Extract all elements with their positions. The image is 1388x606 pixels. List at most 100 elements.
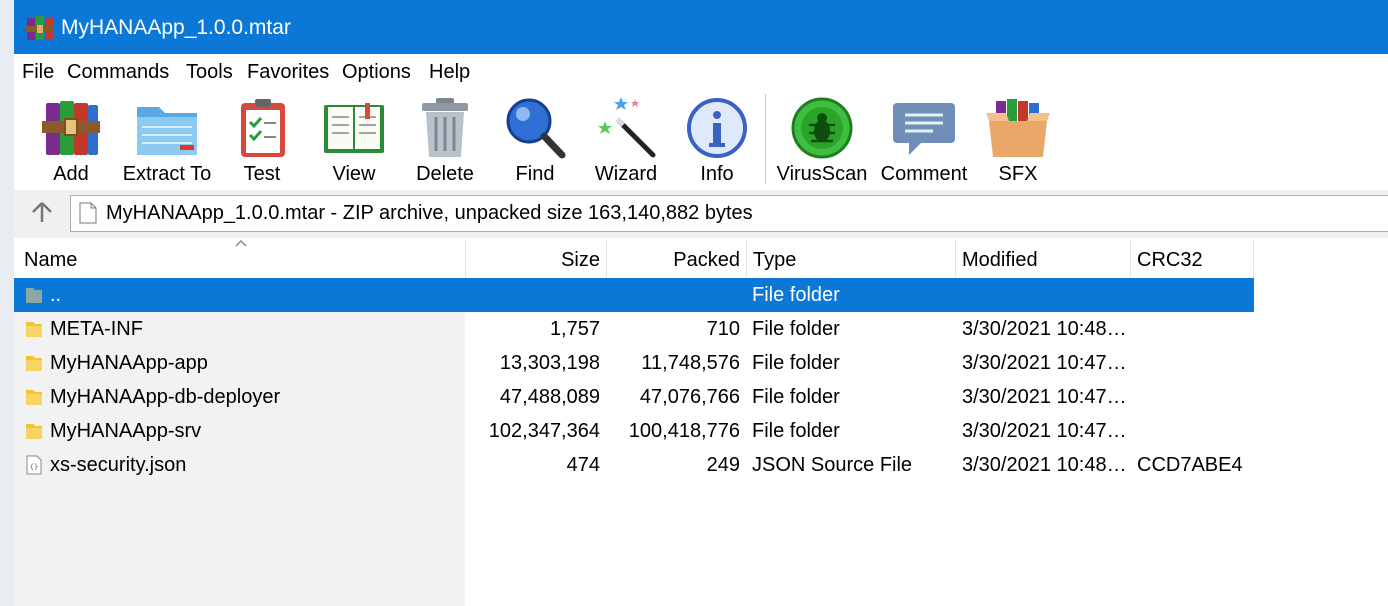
list-item[interactable]: MyHANAApp-srv 102,347,364 100,418,776 Fi… [14,414,1254,448]
list-item[interactable]: MyHANAApp-app 13,303,198 11,748,576 File… [14,346,1254,380]
file-modified: 3/30/2021 10:48… [962,454,1127,476]
add-archive-icon [42,101,100,155]
test-button[interactable]: Test [226,90,298,190]
delete-label: Delete [416,163,474,185]
file-packed: 11,748,576 [641,352,740,374]
magic-wand-icon [598,97,656,158]
archive-file-icon [79,202,97,224]
file-modified: 3/30/2021 10:47… [962,420,1127,442]
magnifier-icon [506,98,566,159]
file-modified: 3/30/2021 10:47… [962,352,1127,374]
file-packed: 710 [706,318,740,340]
wizard-button[interactable]: Wizard [588,90,664,190]
info-button[interactable]: Info [683,90,751,190]
address-bar: MyHANAApp_1.0.0.mtar - ZIP archive, unpa… [14,190,1388,238]
virusscan-label: VirusScan [776,163,868,185]
virus-bug-icon [791,97,853,159]
menu-help[interactable]: Help [429,61,470,84]
toolbar-separator [765,94,766,184]
file-name: MyHANAApp-db-deployer [50,386,281,408]
file-size: 1,757 [549,318,600,340]
column-header-type[interactable]: Type [747,240,955,278]
column-header-modified[interactable]: Modified [956,240,1130,278]
sfx-label: SFX [998,163,1038,185]
folder-icon [26,356,42,371]
delete-button[interactable]: Delete [408,90,482,190]
column-header-modified-label: Modified [962,249,1038,271]
list-item[interactable]: {} xs-security.json 474 249 JSON Source … [14,448,1254,482]
find-button[interactable]: Find [498,90,572,190]
file-size: 47,488,089 [499,386,600,408]
file-crc32: CCD7ABE4 [1137,454,1243,476]
file-name: MyHANAApp-app [50,352,208,374]
file-packed: 100,418,776 [628,420,740,442]
menu-tools[interactable]: Tools [186,61,233,84]
window-title: MyHANAApp_1.0.0.mtar [61,16,291,39]
file-size: 474 [566,454,600,476]
winrar-window: MyHANAApp_1.0.0.mtar File Commands Tools… [14,0,1388,606]
file-size: 102,347,364 [488,420,600,442]
sfx-button[interactable]: SFX [980,90,1056,190]
list-item[interactable]: MyHANAApp-db-deployer 47,488,089 47,076,… [14,380,1254,414]
json-file-icon: {} [26,455,42,475]
extract-to-label: Extract To [122,163,212,185]
column-header-name[interactable]: Name [18,240,465,278]
winrar-app-icon [26,16,54,40]
extract-folder-icon [137,107,197,155]
column-header-packed[interactable]: Packed [607,240,746,278]
parent-folder-icon [26,288,42,303]
wizard-label: Wizard [594,163,658,185]
extract-to-button[interactable]: Extract To [117,90,217,190]
column-header-size[interactable]: Size [466,240,606,278]
file-type: File folder [752,284,840,306]
add-button[interactable]: Add [29,90,113,190]
file-type: File folder [752,420,840,442]
column-divider[interactable] [1253,240,1254,278]
folder-icon [26,424,42,439]
test-clipboard-icon [241,99,285,157]
view-button[interactable]: View [314,90,394,190]
file-modified: 3/30/2021 10:48… [962,318,1127,340]
view-label: View [332,163,376,185]
file-name: MyHANAApp-srv [50,420,202,442]
file-type: File folder [752,386,840,408]
archive-path: MyHANAApp_1.0.0.mtar - ZIP archive, unpa… [106,202,753,224]
column-header-size-label: Size [561,249,600,271]
file-size: 13,303,198 [499,352,600,374]
menu-file[interactable]: File [22,61,54,84]
sfx-box-icon [986,99,1050,157]
file-type: File folder [752,352,840,374]
list-item-parent-folder[interactable]: .. File folder [14,278,1254,312]
comment-button[interactable]: Comment [876,90,972,190]
file-packed: 47,076,766 [639,386,740,408]
column-header-crc32-label: CRC32 [1137,249,1203,271]
file-type: JSON Source File [752,454,913,476]
column-header-crc32[interactable]: CRC32 [1131,240,1253,278]
menu-bar: File Commands Tools Favorites Options He… [14,54,1388,90]
list-item[interactable]: META-INF 1,757 710 File folder 3/30/2021… [14,312,1254,346]
path-field[interactable]: MyHANAApp_1.0.0.mtar - ZIP archive, unpa… [70,195,1388,232]
menu-options[interactable]: Options [342,61,411,84]
virusscan-button[interactable]: VirusScan [776,90,868,190]
info-label: Info [700,163,734,185]
menu-favorites[interactable]: Favorites [247,61,329,84]
test-label: Test [243,163,281,185]
comment-label: Comment [880,163,968,185]
file-modified: 3/30/2021 10:47… [962,386,1127,408]
up-arrow-icon[interactable] [30,200,54,224]
file-type: File folder [752,318,840,340]
file-list: Name Size Packed Type Modified CRC32 .. [14,239,1388,606]
find-label: Find [515,163,555,185]
file-packed: 249 [706,454,740,476]
folder-icon [26,390,42,405]
toolbar: Add Extract To Test View Delete Find Wiz… [14,90,1388,190]
view-book-icon [324,103,384,153]
add-label: Add [53,163,89,185]
menu-commands[interactable]: Commands [67,61,169,84]
file-name: xs-security.json [50,454,187,476]
svg-text:{}: {} [30,463,38,471]
column-header-name-label: Name [24,249,78,271]
file-name: .. [50,284,62,306]
title-bar[interactable]: MyHANAApp_1.0.0.mtar [14,0,1388,54]
column-header-packed-label: Packed [673,249,740,271]
